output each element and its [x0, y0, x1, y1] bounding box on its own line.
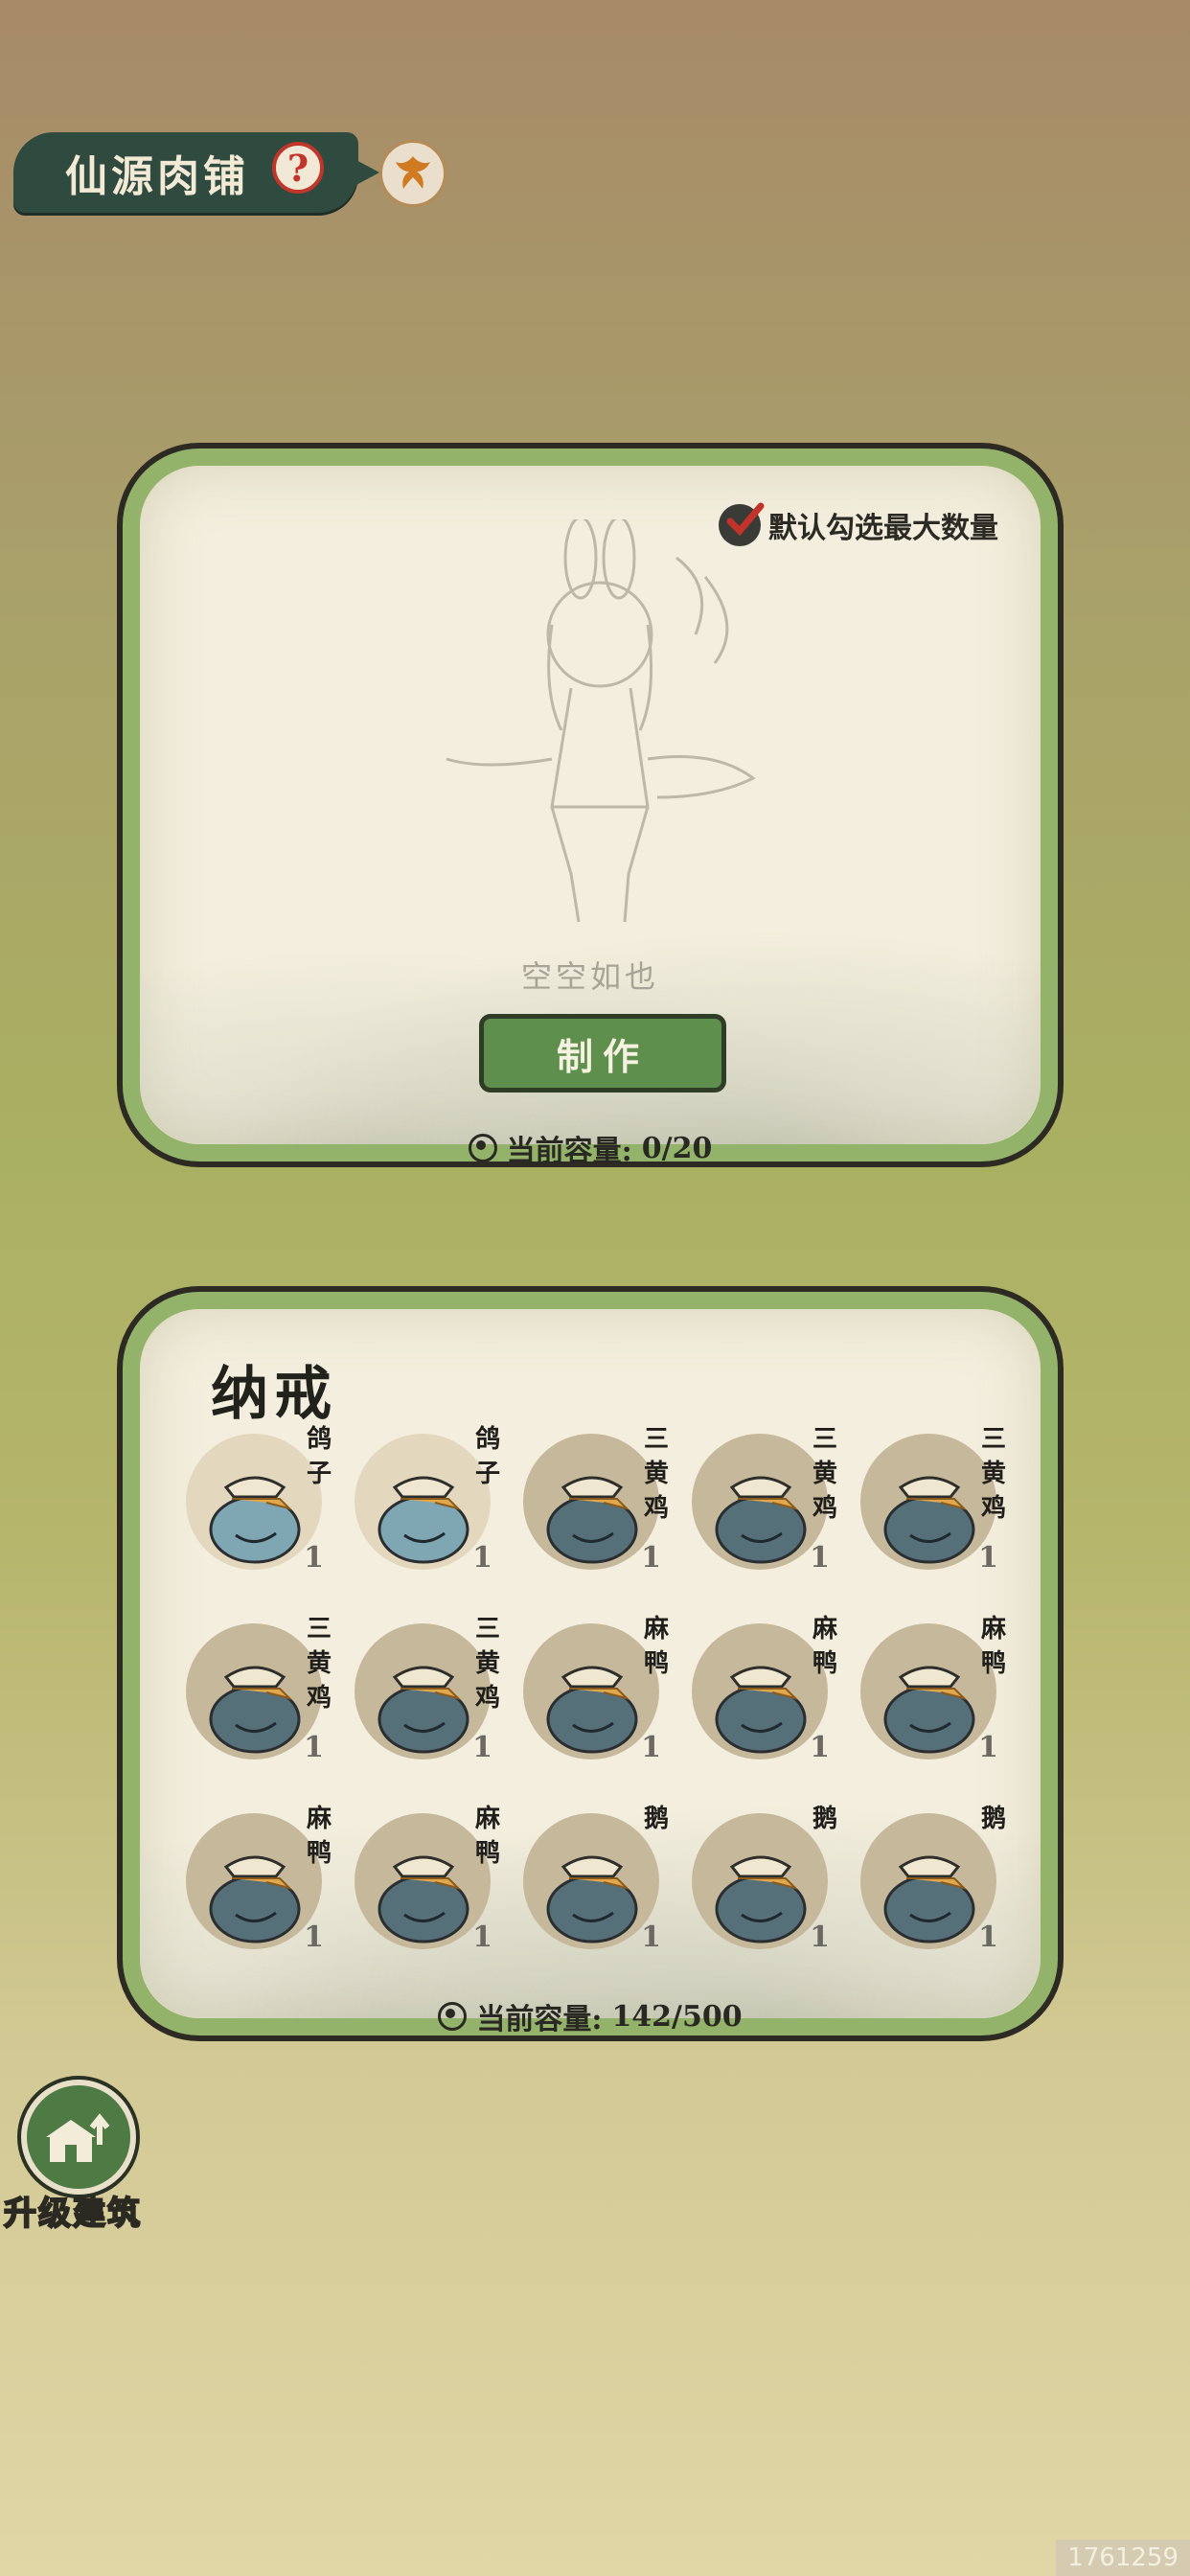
storage-item[interactable]: 鸽子 1 — [347, 1422, 510, 1585]
empty-rabbit-girl-illustration — [446, 519, 756, 923]
item-name: 三黄鸡 — [306, 1615, 332, 1713]
banner-tail — [355, 159, 379, 186]
capacity-label: 当前容量: — [506, 1135, 632, 1168]
capacity-label: 当前容量: — [476, 2003, 603, 2036]
capacity-value: 142/500 — [611, 1999, 743, 2034]
storage-item[interactable]: 鹅1 — [515, 1802, 678, 1965]
storage-capacity: 当前容量: 142/500 — [140, 1995, 1041, 2037]
pouch-icon — [715, 1666, 807, 1754]
item-name: 麻鸭 — [812, 1615, 837, 1678]
item-name: 麻鸭 — [474, 1805, 500, 1868]
item-name: 三黄鸡 — [980, 1425, 1006, 1523]
item-quantity: 1 — [978, 1541, 998, 1575]
item-name: 鹅 — [812, 1805, 837, 1833]
item-quantity: 1 — [641, 1541, 661, 1575]
item-quantity: 1 — [641, 1731, 661, 1764]
item-name: 麻鸭 — [643, 1615, 669, 1678]
page-title: 仙源肉铺 — [65, 152, 249, 201]
upgrade-building-button[interactable] — [21, 2080, 136, 2195]
pouch-icon — [378, 1855, 469, 1944]
max-toggle-label: 默认勾选最大数量 — [768, 512, 998, 545]
item-name: 三黄鸡 — [812, 1425, 837, 1523]
item-quantity: 1 — [472, 1541, 492, 1575]
storage-item[interactable]: 鹅1 — [853, 1802, 1016, 1965]
storage-title: 纳戒 — [211, 1361, 337, 1428]
item-name: 三黄鸡 — [474, 1615, 500, 1713]
item-name: 麻鸭 — [306, 1805, 332, 1868]
pouch-icon — [715, 1855, 807, 1944]
storage-item[interactable]: 三黄鸡 1 — [178, 1612, 341, 1775]
building-upgrade-icon — [46, 2113, 110, 2162]
item-name: 三黄鸡 — [643, 1425, 669, 1523]
storage-item[interactable]: 鹅1 — [684, 1802, 847, 1965]
storage-item[interactable]: 麻鸭 1 — [347, 1802, 510, 1965]
pouch-icon — [546, 1476, 638, 1564]
craft-panel: 默认勾选最大数量 空空如也 制作 当前容量: 0/20 — [123, 448, 1058, 1168]
item-quantity: 1 — [978, 1920, 998, 1954]
capacity-icon — [468, 1134, 497, 1162]
pouch-icon — [378, 1476, 469, 1564]
pouch-icon — [715, 1476, 807, 1564]
storage-item[interactable]: 鸽子 1 — [178, 1422, 341, 1585]
pouch-icon — [883, 1666, 975, 1754]
storage-item[interactable]: 三黄鸡 1 — [684, 1422, 847, 1585]
item-name: 鹅 — [643, 1805, 669, 1833]
storage-item[interactable]: 三黄鸡 1 — [853, 1422, 1016, 1585]
storage-item[interactable]: 麻鸭 1 — [684, 1612, 847, 1775]
item-quantity: 1 — [810, 1541, 830, 1575]
storage-item[interactable]: 麻鸭 1 — [178, 1802, 341, 1965]
craft-capacity: 当前容量: 0/20 — [140, 1127, 1041, 1169]
capacity-icon — [438, 2002, 468, 2031]
item-name: 鹅 — [980, 1805, 1006, 1833]
item-quantity: 1 — [472, 1920, 492, 1954]
capacity-value: 0/20 — [641, 1131, 713, 1165]
build-id: 1761259 — [1056, 2540, 1190, 2576]
phoenix-glyph — [396, 156, 430, 189]
storage-panel: 纳戒 鸽子 1 鸽子 1 三黄鸡 1 三黄鸡 1 三黄鸡 1 三黄鸡 1 三黄鸡 1 麻鸭 1 麻鸭 1 麻鸭 1 麻鸭… — [123, 1292, 1058, 2036]
upgrade-building-label: 升级建筑 — [3, 2194, 142, 2234]
item-name: 鸽子 — [306, 1425, 332, 1488]
item-quantity: 1 — [810, 1920, 830, 1954]
pouch-icon — [546, 1666, 638, 1754]
pouch-icon — [209, 1855, 301, 1944]
make-button[interactable]: 制作 — [479, 1014, 726, 1092]
storage-item[interactable]: 麻鸭 1 — [853, 1612, 1016, 1775]
pouch-icon — [209, 1476, 301, 1564]
item-name: 麻鸭 — [980, 1615, 1006, 1678]
item-quantity: 1 — [472, 1731, 492, 1764]
pouch-icon — [209, 1666, 301, 1754]
pouch-icon — [378, 1666, 469, 1754]
pouch-icon — [883, 1476, 975, 1564]
pouch-icon — [883, 1855, 975, 1944]
item-quantity: 1 — [304, 1731, 324, 1764]
empty-state-text: 空空如也 — [520, 958, 659, 995]
item-quantity: 1 — [641, 1920, 661, 1954]
help-icon[interactable]: ? — [272, 142, 324, 194]
item-quantity: 1 — [304, 1920, 324, 1954]
storage-item[interactable]: 三黄鸡 1 — [347, 1612, 510, 1775]
item-name: 鸽子 — [474, 1425, 500, 1488]
help-glyph: ? — [286, 146, 309, 190]
storage-item[interactable]: 麻鸭 1 — [515, 1612, 678, 1775]
item-quantity: 1 — [304, 1541, 324, 1575]
pouch-icon — [546, 1855, 638, 1944]
phoenix-icon[interactable] — [379, 140, 446, 207]
item-quantity: 1 — [810, 1731, 830, 1764]
storage-item[interactable]: 三黄鸡 1 — [515, 1422, 678, 1585]
item-quantity: 1 — [978, 1731, 998, 1764]
